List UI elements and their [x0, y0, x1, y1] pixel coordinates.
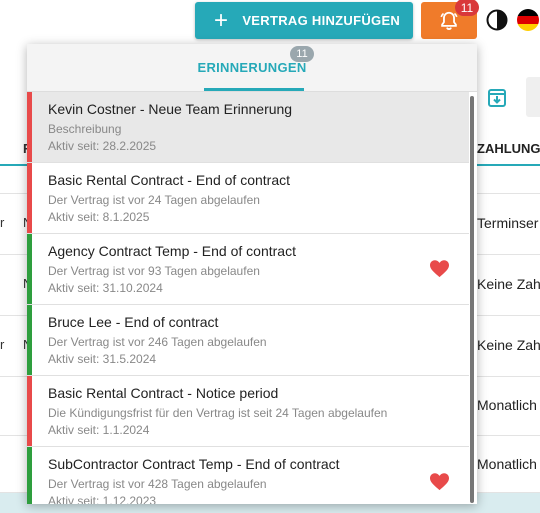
status-bar: [27, 305, 32, 375]
tab-count-badge: 11: [290, 46, 314, 62]
archive-download-icon[interactable]: [487, 88, 507, 108]
payment-cell: Monatlich: [477, 397, 537, 413]
heart-icon[interactable]: [429, 472, 450, 491]
reminder-item[interactable]: Basic Rental Contract - Notice period Di…: [27, 376, 469, 447]
notification-count-badge: 11: [455, 0, 479, 16]
status-bar: [27, 447, 32, 504]
row-cell-fragment: r: [0, 215, 5, 230]
reminder-active-since: Aktiv seit: 1.1.2024: [48, 423, 150, 437]
status-bar: [27, 234, 32, 304]
reminder-item[interactable]: Bruce Lee - End of contract Der Vertrag …: [27, 305, 469, 376]
reminder-title: SubContractor Contract Temp - End of con…: [48, 456, 340, 472]
payment-cell: Terminser: [477, 215, 539, 231]
reminder-active-since: Aktiv seit: 31.5.2024: [48, 352, 157, 366]
payment-cell: Keine Zah: [477, 276, 540, 292]
reminders-tab-bar: ERINNERUNGEN 11: [27, 44, 477, 92]
reminder-active-since: Aktiv seit: 28.2.2025: [48, 139, 157, 153]
add-contract-button[interactable]: + VERTRAG HINZUFÜGEN: [195, 2, 413, 39]
reminder-description: Der Vertrag ist vor 428 Tagen abgelaufen: [48, 477, 267, 491]
plus-icon: +: [214, 6, 229, 34]
payment-cell: Keine Zah: [477, 337, 540, 353]
reminder-title: Bruce Lee - End of contract: [48, 314, 219, 330]
reminders-dropdown: ERINNERUNGEN 11 Kevin Costner - Neue Tea…: [27, 44, 477, 504]
column-header-payment[interactable]: ZAHLUNG: [477, 141, 540, 156]
reminder-title: Agency Contract Temp - End of contract: [48, 243, 296, 259]
payment-cell: Monatlich: [477, 456, 537, 472]
heart-icon[interactable]: [429, 259, 450, 278]
add-contract-label: VERTRAG HINZUFÜGEN: [242, 13, 401, 28]
reminder-description: Die Kündigungsfrist für den Vertrag ist …: [48, 406, 388, 420]
search-field[interactable]: [526, 77, 540, 117]
reminder-description: Der Vertrag ist vor 24 Tagen abgelaufen: [48, 193, 260, 207]
reminder-item[interactable]: Agency Contract Temp - End of contract D…: [27, 234, 469, 305]
tab-reminders[interactable]: ERINNERUNGEN: [27, 60, 477, 75]
reminder-description: Der Vertrag ist vor 246 Tagen abgelaufen: [48, 335, 267, 349]
german-flag-icon[interactable]: [517, 9, 539, 31]
reminder-item[interactable]: Basic Rental Contract - End of contract …: [27, 163, 469, 234]
status-bar: [27, 92, 32, 162]
reminder-title: Kevin Costner - Neue Team Erinnerung: [48, 101, 293, 117]
reminder-description: Beschreibung: [48, 122, 122, 136]
scrollbar[interactable]: [470, 96, 474, 503]
reminder-active-since: Aktiv seit: 31.10.2024: [48, 281, 163, 295]
reminder-active-since: Aktiv seit: 1.12.2023: [48, 494, 157, 504]
row-cell-fragment: r: [0, 337, 5, 352]
contrast-icon[interactable]: [486, 9, 508, 31]
reminder-item[interactable]: SubContractor Contract Temp - End of con…: [27, 447, 469, 504]
reminder-list: Kevin Costner - Neue Team Erinnerung Bes…: [27, 92, 469, 504]
reminder-title: Basic Rental Contract - End of contract: [48, 172, 290, 188]
reminder-title: Basic Rental Contract - Notice period: [48, 385, 279, 401]
status-bar: [27, 163, 32, 233]
reminder-description: Der Vertrag ist vor 93 Tagen abgelaufen: [48, 264, 260, 278]
reminder-item[interactable]: Kevin Costner - Neue Team Erinnerung Bes…: [27, 92, 469, 163]
status-bar: [27, 376, 32, 446]
active-tab-indicator: [204, 88, 304, 91]
reminder-active-since: Aktiv seit: 8.1.2025: [48, 210, 150, 224]
